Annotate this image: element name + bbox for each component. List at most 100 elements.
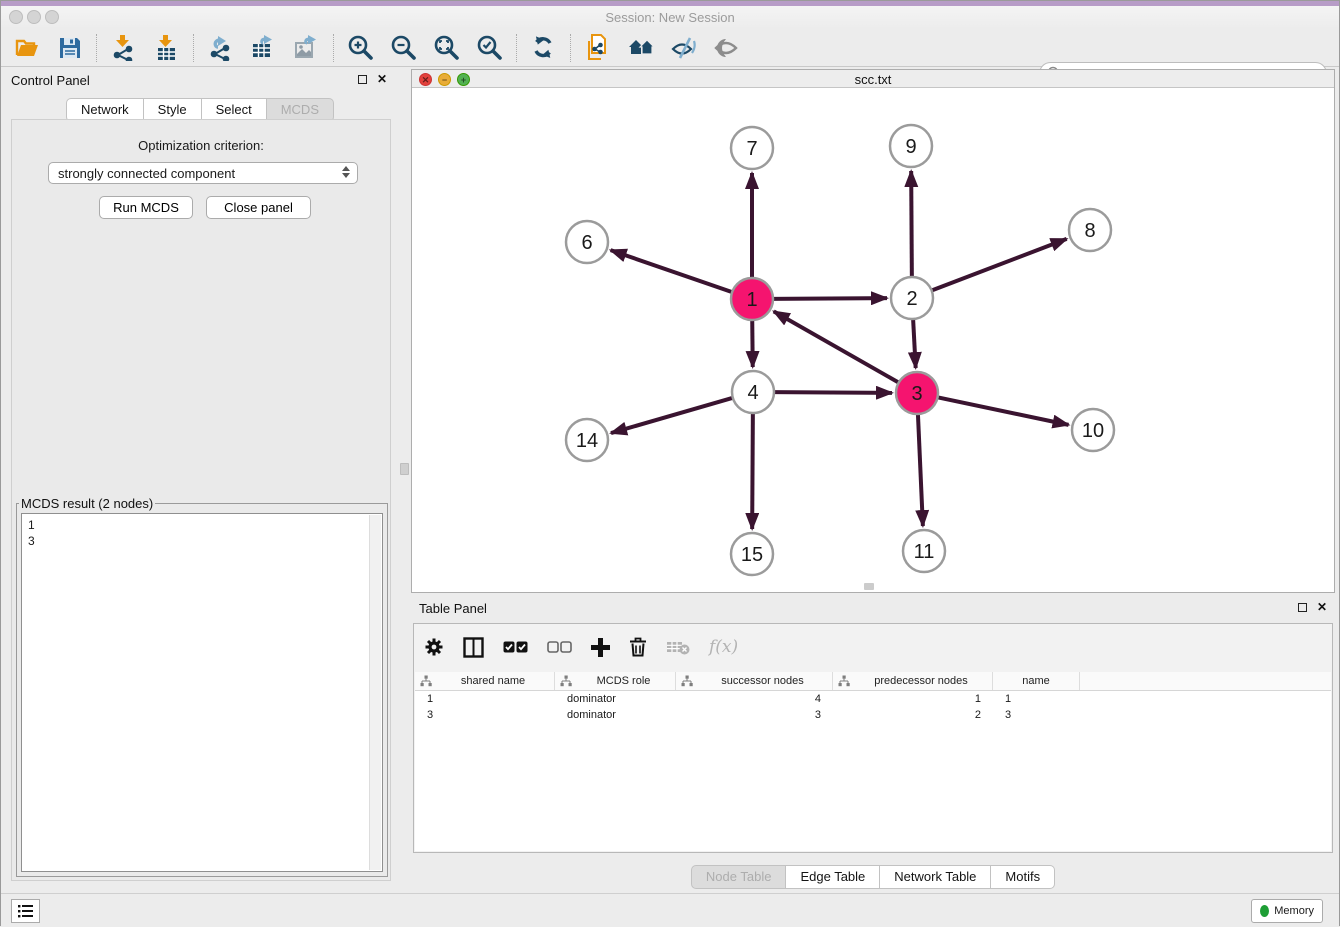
node-label-1: 1 [746,289,757,311]
result-scrollbar[interactable] [369,515,381,870]
table-header-row: shared nameMCDS rolesuccessor nodesprede… [415,672,1331,691]
table-cell[interactable]: dominator [555,691,676,707]
table-row[interactable]: 3dominator323 [415,707,1331,723]
node-label-2: 2 [906,288,917,310]
column-header-name[interactable]: name [993,672,1080,690]
table-panel: Table Panel ✕ [411,597,1335,889]
save-session-icon[interactable] [56,34,83,61]
zoom-out-icon[interactable] [390,34,417,61]
gear-icon[interactable] [424,637,444,657]
table-cell[interactable]: 1 [833,691,993,707]
list-icon [18,904,34,918]
table-cell[interactable]: 3 [676,707,833,723]
column-header-predecessor-nodes[interactable]: predecessor nodes [833,672,993,690]
select-all-icon[interactable] [503,641,528,653]
node-label-11: 11 [914,541,935,563]
edge-2-9[interactable] [911,171,912,277]
optimization-select[interactable]: strongly connected component [48,162,358,184]
export-network-icon[interactable] [207,34,234,61]
edge-4-3[interactable] [774,392,892,393]
function-builder-icon[interactable]: f(x) [709,637,738,657]
export-table-icon[interactable] [250,34,277,61]
table-row[interactable]: 1dominator411 [415,691,1331,707]
node-label-9: 9 [905,136,916,158]
edge-3-11[interactable] [918,414,923,526]
column-header-successor-nodes[interactable]: successor nodes [676,672,833,690]
hide-graphics-icon[interactable] [670,34,697,61]
memory-button[interactable]: Memory [1251,899,1323,923]
tab-network-table[interactable]: Network Table [880,865,991,889]
deselect-all-icon[interactable] [547,641,572,653]
node-label-15: 15 [741,544,763,566]
network-titlebar[interactable]: ✕ − + scc.txt [412,70,1334,88]
add-icon[interactable] [591,638,610,657]
node-label-10: 10 [1082,420,1104,442]
optimization-label: Optimization criterion: [12,138,390,153]
hierarchy-icon [560,675,572,687]
export-image-icon[interactable] [293,34,320,61]
vertical-splitter-handle[interactable] [400,463,409,475]
refresh-icon[interactable] [530,34,557,61]
show-graphics-icon[interactable] [713,34,740,61]
control-panel: Control Panel ✕ NetworkStyleSelectMCDS O… [3,69,397,889]
import-network-icon[interactable] [110,34,137,61]
node-table: shared nameMCDS rolesuccessor nodesprede… [415,672,1331,851]
tab-motifs[interactable]: Motifs [991,865,1055,889]
float-table-panel-icon[interactable] [1298,603,1307,612]
table-cell[interactable]: 1 [415,691,555,707]
edge-4-14[interactable] [611,398,733,433]
edge-3-1[interactable] [774,311,899,382]
table-cell[interactable]: 4 [676,691,833,707]
close-table-panel-icon[interactable]: ✕ [1317,603,1327,612]
edge-1-2[interactable] [773,298,887,299]
float-panel-icon[interactable] [358,75,367,84]
memory-status-icon [1260,905,1269,917]
edge-2-3[interactable] [913,319,916,368]
delete-icon[interactable] [629,637,647,657]
delete-table-icon[interactable] [666,639,690,655]
zoom-selected-icon[interactable] [476,34,503,61]
edge-4-15[interactable] [752,413,753,529]
edge-2-8[interactable] [932,239,1067,291]
home-icon[interactable] [627,34,654,61]
node-label-6: 6 [581,232,592,254]
open-file-icon[interactable] [13,34,40,61]
table-cell[interactable]: 1 [993,691,1080,707]
hierarchy-icon [420,675,432,687]
table-cell[interactable]: dominator [555,707,676,723]
node-label-4: 4 [747,382,758,404]
network-title: scc.txt [412,72,1334,87]
column-header-MCDS-role[interactable]: MCDS role [555,672,676,690]
horizontal-splitter-handle[interactable] [864,583,874,590]
close-panel-icon[interactable]: ✕ [377,75,387,84]
edge-1-4[interactable] [752,320,753,367]
optimization-select-value: strongly connected component [58,166,235,181]
network-window: ✕ − + scc.txt 1234678910111415 [411,69,1335,593]
network-canvas[interactable]: 1234678910111415 [412,88,1334,592]
duplicate-network-icon[interactable] [584,34,611,61]
column-pane-icon[interactable] [463,637,484,658]
control-panel-title: Control Panel [11,73,90,88]
tab-edge-table[interactable]: Edge Table [786,865,880,889]
table-panel-tabs: Node TableEdge TableNetwork TableMotifs [411,865,1335,889]
status-bar: Memory [1,893,1339,927]
zoom-fit-icon[interactable] [433,34,460,61]
main-toolbar [1,29,1339,67]
zoom-in-icon[interactable] [347,34,374,61]
import-table-icon[interactable] [153,34,180,61]
table-cell[interactable]: 3 [993,707,1080,723]
mcds-result-box[interactable]: 1 3 [21,513,383,872]
close-panel-button[interactable]: Close panel [206,196,311,219]
edge-1-6[interactable] [611,250,733,292]
edge-3-10[interactable] [938,397,1069,425]
run-mcds-button[interactable]: Run MCDS [99,196,193,219]
table-cell[interactable]: 2 [833,707,993,723]
task-history-button[interactable] [11,899,40,923]
tab-node-table[interactable]: Node Table [691,865,787,889]
memory-label: Memory [1274,905,1314,917]
node-label-14: 14 [576,430,598,452]
table-cell[interactable]: 3 [415,707,555,723]
column-header-shared-name[interactable]: shared name [415,672,555,690]
table-toolbar: f(x) [424,629,738,665]
node-label-3: 3 [911,383,922,405]
